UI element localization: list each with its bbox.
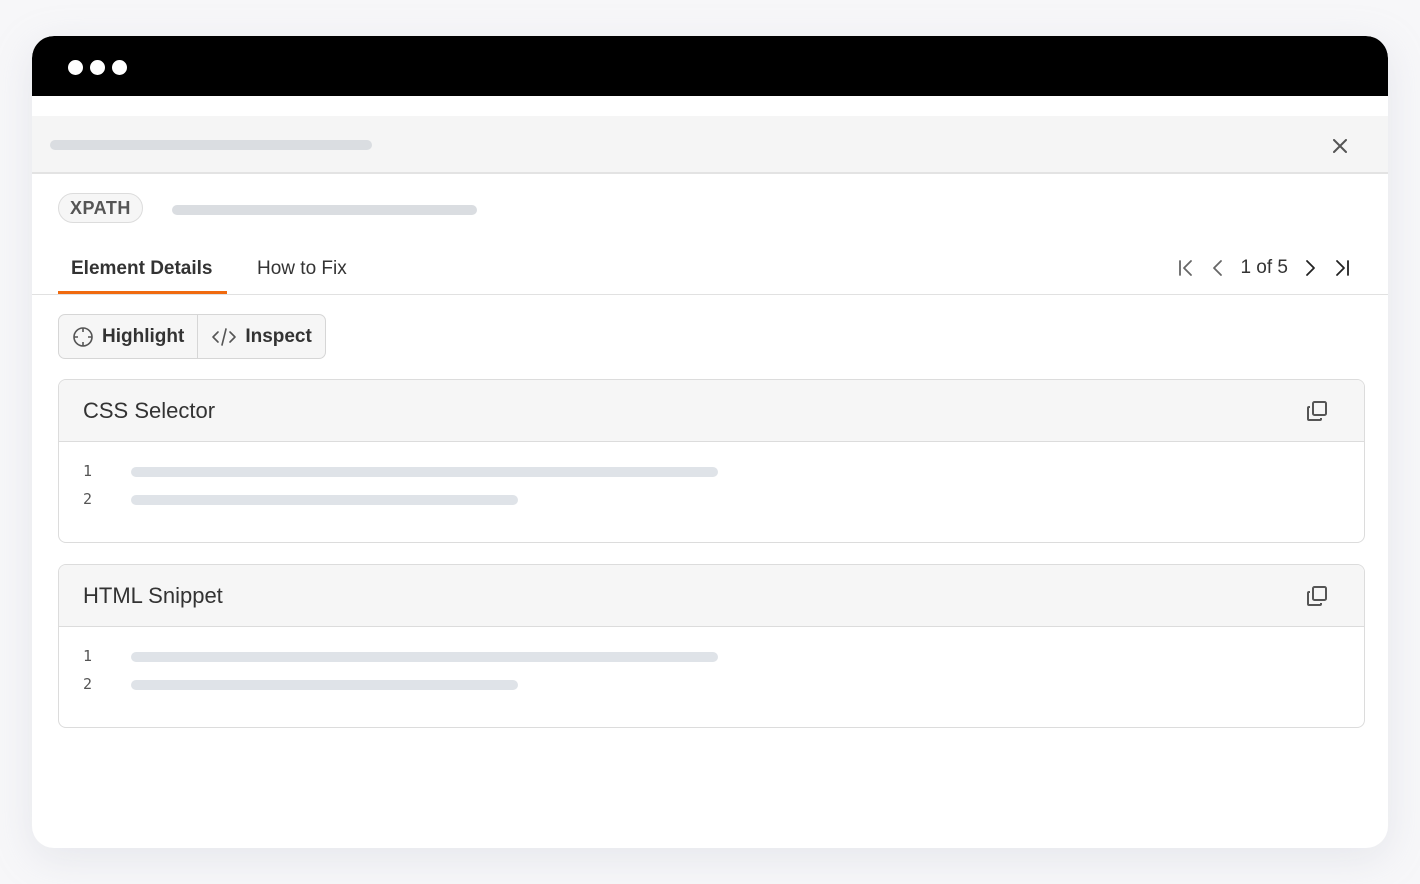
code-line: 1 — [59, 647, 1364, 667]
copy-icon — [1307, 401, 1327, 421]
copy-css-selector-button[interactable] — [1304, 398, 1330, 424]
first-page-icon — [1179, 260, 1193, 276]
code-placeholder — [131, 652, 718, 662]
css-selector-card: CSS Selector 1 2 — [58, 379, 1365, 543]
xpath-badge: XPATH — [58, 193, 143, 223]
code-line: 2 — [59, 675, 1364, 695]
window-dot-icon — [112, 60, 127, 75]
line-number: 1 — [83, 647, 93, 665]
tab-how-to-fix[interactable]: How to Fix — [257, 246, 347, 292]
line-number: 1 — [83, 462, 93, 480]
tab-element-details[interactable]: Element Details — [58, 246, 226, 294]
card-title: HTML Snippet — [83, 582, 223, 608]
window-titlebar — [32, 36, 1388, 96]
card-title: CSS Selector — [83, 397, 216, 423]
line-number: 2 — [83, 675, 93, 693]
inspect-button[interactable]: Inspect — [197, 315, 325, 358]
page-indicator: 1 of 5 — [1240, 257, 1288, 278]
title-placeholder — [50, 140, 372, 150]
card-header: CSS Selector — [59, 380, 1364, 442]
last-page-button[interactable] — [1326, 252, 1358, 284]
panel-header — [32, 116, 1388, 174]
previous-page-button[interactable] — [1202, 252, 1234, 284]
code-placeholder — [131, 680, 518, 690]
crosshair-icon — [73, 326, 93, 347]
code-block: 1 2 — [59, 627, 1364, 727]
code-placeholder — [131, 495, 518, 505]
window-dot-icon — [90, 60, 105, 75]
next-icon — [1306, 260, 1315, 276]
next-page-button[interactable] — [1294, 252, 1326, 284]
last-page-icon — [1336, 260, 1349, 276]
html-snippet-card: HTML Snippet 1 2 — [58, 564, 1365, 728]
copy-html-snippet-button[interactable] — [1304, 583, 1330, 609]
browser-window: XPATH Element Details How to Fix 1 of 5 — [32, 36, 1388, 848]
first-page-button[interactable] — [1170, 252, 1202, 284]
window-dot-icon — [68, 60, 83, 75]
element-actions: Highlight Inspect — [58, 314, 326, 359]
close-button[interactable] — [1328, 134, 1352, 158]
previous-icon — [1213, 260, 1223, 276]
inspect-label: Inspect — [245, 325, 312, 347]
code-line: 2 — [59, 490, 1364, 510]
code-icon — [212, 327, 237, 346]
code-block: 1 2 — [59, 442, 1364, 542]
code-line: 1 — [59, 462, 1364, 482]
highlight-button[interactable]: Highlight — [59, 315, 197, 358]
close-icon — [1333, 139, 1347, 153]
code-placeholder — [131, 467, 718, 477]
line-number: 2 — [83, 490, 93, 508]
copy-icon — [1307, 586, 1327, 606]
highlight-label: Highlight — [102, 325, 185, 347]
card-header: HTML Snippet — [59, 565, 1364, 627]
pagination: 1 of 5 — [1170, 248, 1358, 288]
xpath-value-placeholder — [172, 205, 477, 215]
